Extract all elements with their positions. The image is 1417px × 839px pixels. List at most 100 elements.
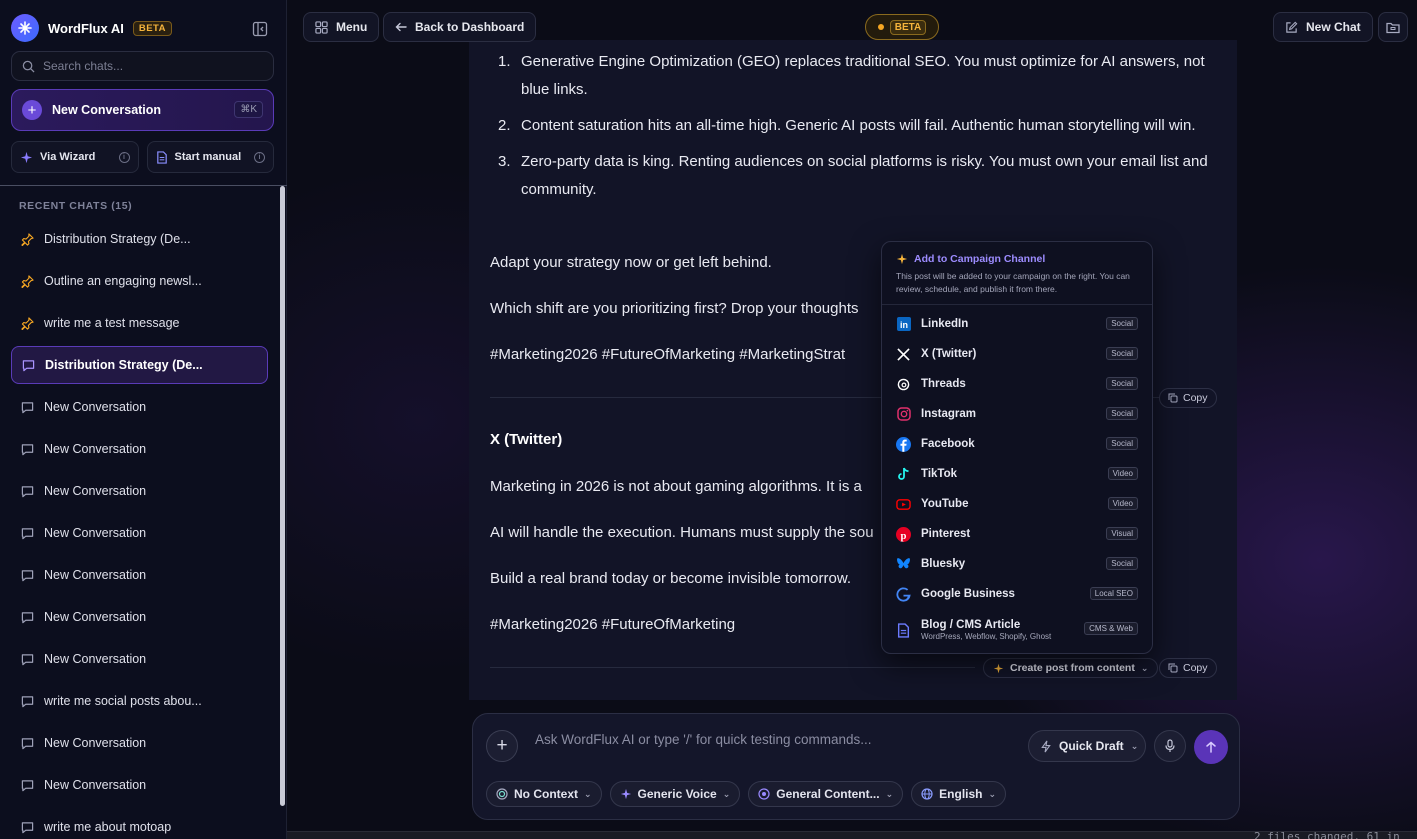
context-chip[interactable]: No Context ⌄ [486, 781, 602, 807]
context-chips: No Context ⌄ Generic Voice ⌄ General Content… [486, 781, 1007, 807]
chat-bubble-icon [21, 695, 34, 708]
chevron-down-icon: ⌄ [1130, 740, 1139, 751]
context-chip[interactable]: Generic Voice ⌄ [609, 781, 741, 807]
threads-icon [896, 377, 911, 392]
chat-item[interactable]: New Conversation [11, 514, 268, 552]
search-chats[interactable] [11, 51, 274, 81]
menu-button[interactable]: Menu [303, 12, 380, 42]
message-input[interactable] [535, 732, 915, 747]
attach-plus-button[interactable]: + [486, 730, 518, 762]
mode-selector[interactable]: Quick Draft ⌄ [1028, 730, 1146, 762]
channel-option[interactable]: TikTok Video [882, 459, 1152, 489]
channel-name: Google Business [921, 588, 1015, 600]
send-button[interactable] [1194, 730, 1228, 764]
channel-name: Bluesky [921, 558, 966, 570]
channel-option[interactable]: in LinkedIn Social [882, 309, 1152, 339]
channel-option[interactable]: Blog / CMS Article WordPress, Webflow, Sh… [882, 609, 1152, 651]
channel-list: in LinkedIn Social X (Twitter) Social Threads… [882, 305, 1152, 651]
chat-item[interactable]: Distribution Strategy (De... [11, 220, 268, 258]
channel-type-badge: Video [1107, 497, 1138, 510]
chat-item[interactable]: Outline an engaging newsl... [11, 262, 268, 300]
context-icon [496, 788, 508, 800]
folder-icon [1386, 22, 1400, 33]
popup-subtitle: This post will be added to your campaign… [896, 271, 1130, 294]
start-manual-button[interactable]: Start manual i [146, 141, 274, 173]
chat-item[interactable]: write me about motoap [11, 808, 268, 839]
chat-item[interactable]: write me social posts abou... [11, 682, 268, 720]
chat-bubble-icon [22, 359, 35, 372]
chat-item[interactable]: New Conversation [11, 598, 268, 636]
campaign-channel-popup: Add to Campaign Channel This post will b… [881, 241, 1153, 654]
list-item: 2. Content saturation hits an all-time h… [498, 117, 1196, 134]
chat-item[interactable]: New Conversation [11, 430, 268, 468]
channel-type-badge: CMS & Web [1084, 622, 1138, 635]
copy-button[interactable]: Copy [1159, 388, 1217, 408]
menu-label: Menu [336, 20, 368, 34]
channel-name: Instagram [921, 408, 976, 420]
channel-option[interactable]: Google Business Local SEO [882, 579, 1152, 609]
channel-option[interactable]: Facebook Social [882, 429, 1152, 459]
channel-name: LinkedIn [921, 318, 969, 330]
list-item: 1. Generative Engine Optimization (GEO) … [498, 53, 1205, 98]
chat-item[interactable]: New Conversation [11, 556, 268, 594]
channel-type-badge: Local SEO [1089, 587, 1138, 600]
back-label: Back to Dashboard [415, 20, 525, 34]
channel-name: YouTube [921, 498, 969, 510]
search-input[interactable] [43, 59, 263, 73]
back-to-dashboard-button[interactable]: Back to Dashboard [383, 12, 537, 42]
chat-item[interactable]: New Conversation [11, 472, 268, 510]
divider [490, 667, 975, 668]
chevron-down-icon: ⌄ [584, 788, 592, 799]
instagram-icon [896, 407, 911, 422]
via-wizard-button[interactable]: Via Wizard i [11, 141, 139, 173]
chat-item[interactable]: write me a test message [11, 304, 268, 342]
document-icon [896, 622, 911, 638]
copy-button[interactable]: Copy [1159, 658, 1217, 678]
collapse-sidebar-icon[interactable] [252, 21, 268, 37]
info-icon[interactable]: i [254, 151, 265, 163]
chat-item-label: Outline an engaging newsl... [44, 274, 202, 288]
chat-item-label: New Conversation [44, 400, 147, 414]
hashtags: #Marketing2026 #FutureOfMarketing [490, 616, 736, 633]
context-chip[interactable]: English ⌄ [911, 781, 1007, 807]
folder-button[interactable] [1378, 12, 1408, 42]
info-icon[interactable]: i [118, 151, 130, 163]
microphone-button[interactable] [1154, 730, 1186, 762]
brand[interactable]: WordFlux AI BETA [11, 14, 172, 42]
recent-chats-heading: RECENT CHATS (15) [19, 200, 133, 212]
channel-option[interactable]: YouTube Video [882, 489, 1152, 519]
document-icon [156, 150, 167, 164]
channel-name: Blog / CMS Article [921, 619, 1021, 631]
paragraph: AI will handle the execution. Humans mus… [490, 524, 874, 541]
channel-name: Threads [921, 378, 966, 390]
plus-icon: + [22, 100, 42, 120]
chat-item-label: New Conversation [44, 736, 147, 750]
context-chip[interactable]: General Content... ⌄ [748, 781, 904, 807]
chat-item[interactable]: New Conversation [11, 766, 268, 804]
chat-item-label: New Conversation [44, 526, 147, 540]
start-manual-label: Start manual [174, 151, 242, 163]
facebook-icon [896, 436, 911, 452]
channel-option[interactable]: p Pinterest Visual [882, 519, 1152, 549]
paragraph: Adapt your strategy now or get left behi… [490, 254, 772, 271]
paragraph: Which shift are you prioritizing first? … [490, 300, 859, 317]
sidebar-scrollbar[interactable] [280, 186, 285, 806]
chat-item[interactable]: Distribution Strategy (De... [11, 346, 268, 384]
channel-type-badge: Social [1106, 317, 1138, 330]
terminal-strip [287, 831, 1417, 839]
chat-item[interactable]: New Conversation [11, 724, 268, 762]
new-chat-button[interactable]: New Chat [1273, 12, 1373, 42]
chat-item-label: Distribution Strategy (De... [45, 358, 203, 372]
chat-item[interactable]: New Conversation [11, 640, 268, 678]
chat-bubble-icon [21, 401, 34, 414]
channel-option[interactable]: Threads Social [882, 369, 1152, 399]
create-post-button[interactable]: Create post from content ⌄ [983, 658, 1159, 678]
channel-option[interactable]: Bluesky Social [882, 549, 1152, 579]
new-conversation-button[interactable]: + New Conversation ⌘K [11, 89, 274, 131]
content-icon [758, 788, 770, 800]
channel-option[interactable]: X (Twitter) Social [882, 339, 1152, 369]
chat-bubble-icon [21, 653, 34, 666]
channel-option[interactable]: Instagram Social [882, 399, 1152, 429]
chat-item[interactable]: New Conversation [11, 388, 268, 426]
channel-type-badge: Social [1106, 557, 1138, 570]
